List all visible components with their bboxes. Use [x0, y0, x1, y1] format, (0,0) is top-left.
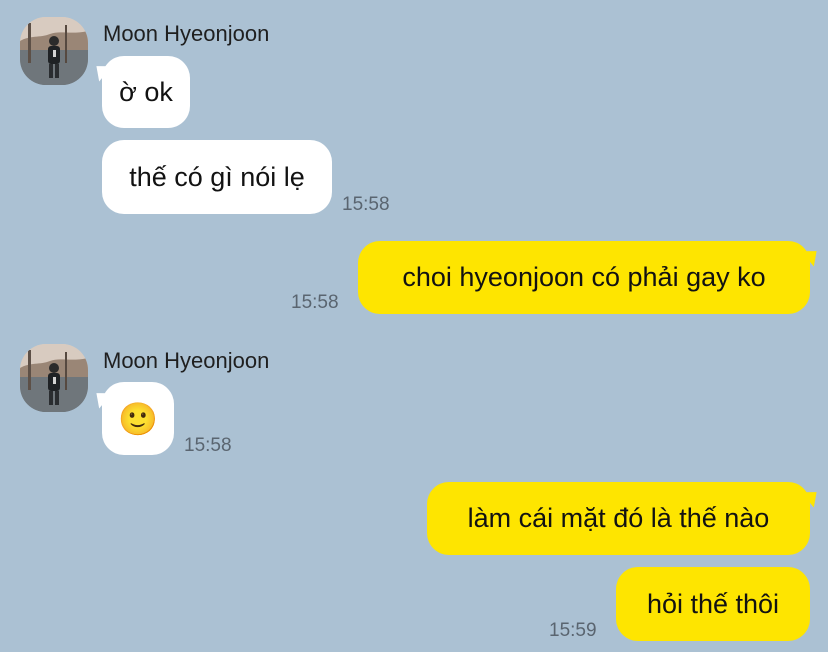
sender-name: Moon Hyeonjoon: [103, 21, 270, 46]
message-timestamp: 15:58: [184, 435, 232, 456]
contact-avatar[interactable]: [20, 344, 88, 412]
message-text: thế có gì nói lẹ: [129, 161, 305, 192]
message-text: choi hyeonjoon có phải gay ko: [402, 262, 766, 292]
emoji-message: 🙂: [118, 400, 158, 437]
outgoing-message-bubble[interactable]: làm cái mặt đó là thế nào: [427, 482, 810, 555]
incoming-message-bubble[interactable]: thế có gì nói lẹ: [102, 140, 332, 214]
message-timestamp: 15:59: [549, 620, 597, 641]
message-text: hỏi thế thôi: [646, 588, 780, 619]
incoming-message-bubble[interactable]: 🙂: [102, 382, 174, 455]
message-text: ờ ok: [119, 76, 173, 107]
avatar-photo: [20, 344, 88, 412]
outgoing-message-bubble[interactable]: choi hyeonjoon có phải gay ko: [358, 241, 810, 314]
message-text: làm cái mặt đó là thế nào: [467, 503, 770, 533]
avatar-photo: [20, 17, 88, 85]
message-timestamp: 15:58: [291, 292, 339, 313]
message-timestamp: 15:58: [342, 194, 390, 215]
sender-name: Moon Hyeonjoon: [103, 348, 270, 373]
incoming-message-bubble[interactable]: ờ ok: [102, 56, 190, 128]
outgoing-message-bubble[interactable]: hỏi thế thôi: [616, 567, 810, 641]
contact-avatar[interactable]: [20, 17, 88, 85]
